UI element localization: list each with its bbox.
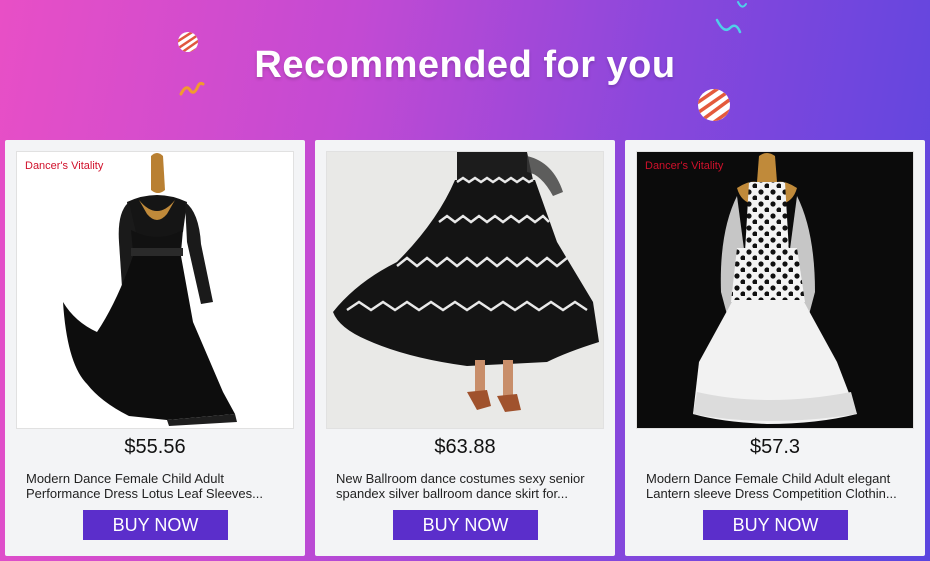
- black-skirt-image: [333, 152, 599, 412]
- product-description[interactable]: Modern Dance Female Child Adult Performa…: [26, 471, 288, 501]
- page-title: Recommended for you: [254, 44, 676, 86]
- striped-ball-icon: [698, 89, 730, 121]
- buy-now-button[interactable]: BUY NOW: [703, 510, 848, 540]
- black-dress-image: Dancer's Vitality: [25, 153, 237, 426]
- product-price: $57.3: [749, 436, 801, 458]
- product-image[interactable]: Dancer's Vitality: [16, 151, 294, 429]
- brand-label: Dancer's Vitality: [25, 160, 104, 172]
- buy-now-button[interactable]: BUY NOW: [393, 510, 538, 540]
- ribbon-icon: [715, 18, 742, 34]
- ribbon-icon: [737, 1, 747, 8]
- product-price: $55.56: [124, 436, 186, 458]
- product-description[interactable]: New Ballroom dance costumes sexy senior …: [336, 471, 598, 501]
- product-card[interactable]: $63.88 New Ballroom dance costumes sexy …: [315, 140, 615, 556]
- buy-now-button[interactable]: BUY NOW: [83, 510, 228, 540]
- product-card[interactable]: Dancer's Vitality $55.56 Modern Dance Fe…: [5, 140, 305, 556]
- product-grid: Dancer's Vitality $55.56 Modern Dance Fe…: [5, 140, 925, 556]
- product-image[interactable]: Dancer's Vitality: [636, 151, 914, 429]
- brand-label: Dancer's Vitality: [645, 160, 724, 172]
- product-card[interactable]: Dancer's Vitality $57.3 Modern Dance Fem…: [625, 140, 925, 556]
- polka-dot-dress-image: Dancer's Vitality: [645, 153, 857, 424]
- product-image[interactable]: [326, 151, 604, 429]
- product-price: $63.88: [434, 436, 496, 458]
- product-description[interactable]: Modern Dance Female Child Adult elegant …: [646, 471, 908, 501]
